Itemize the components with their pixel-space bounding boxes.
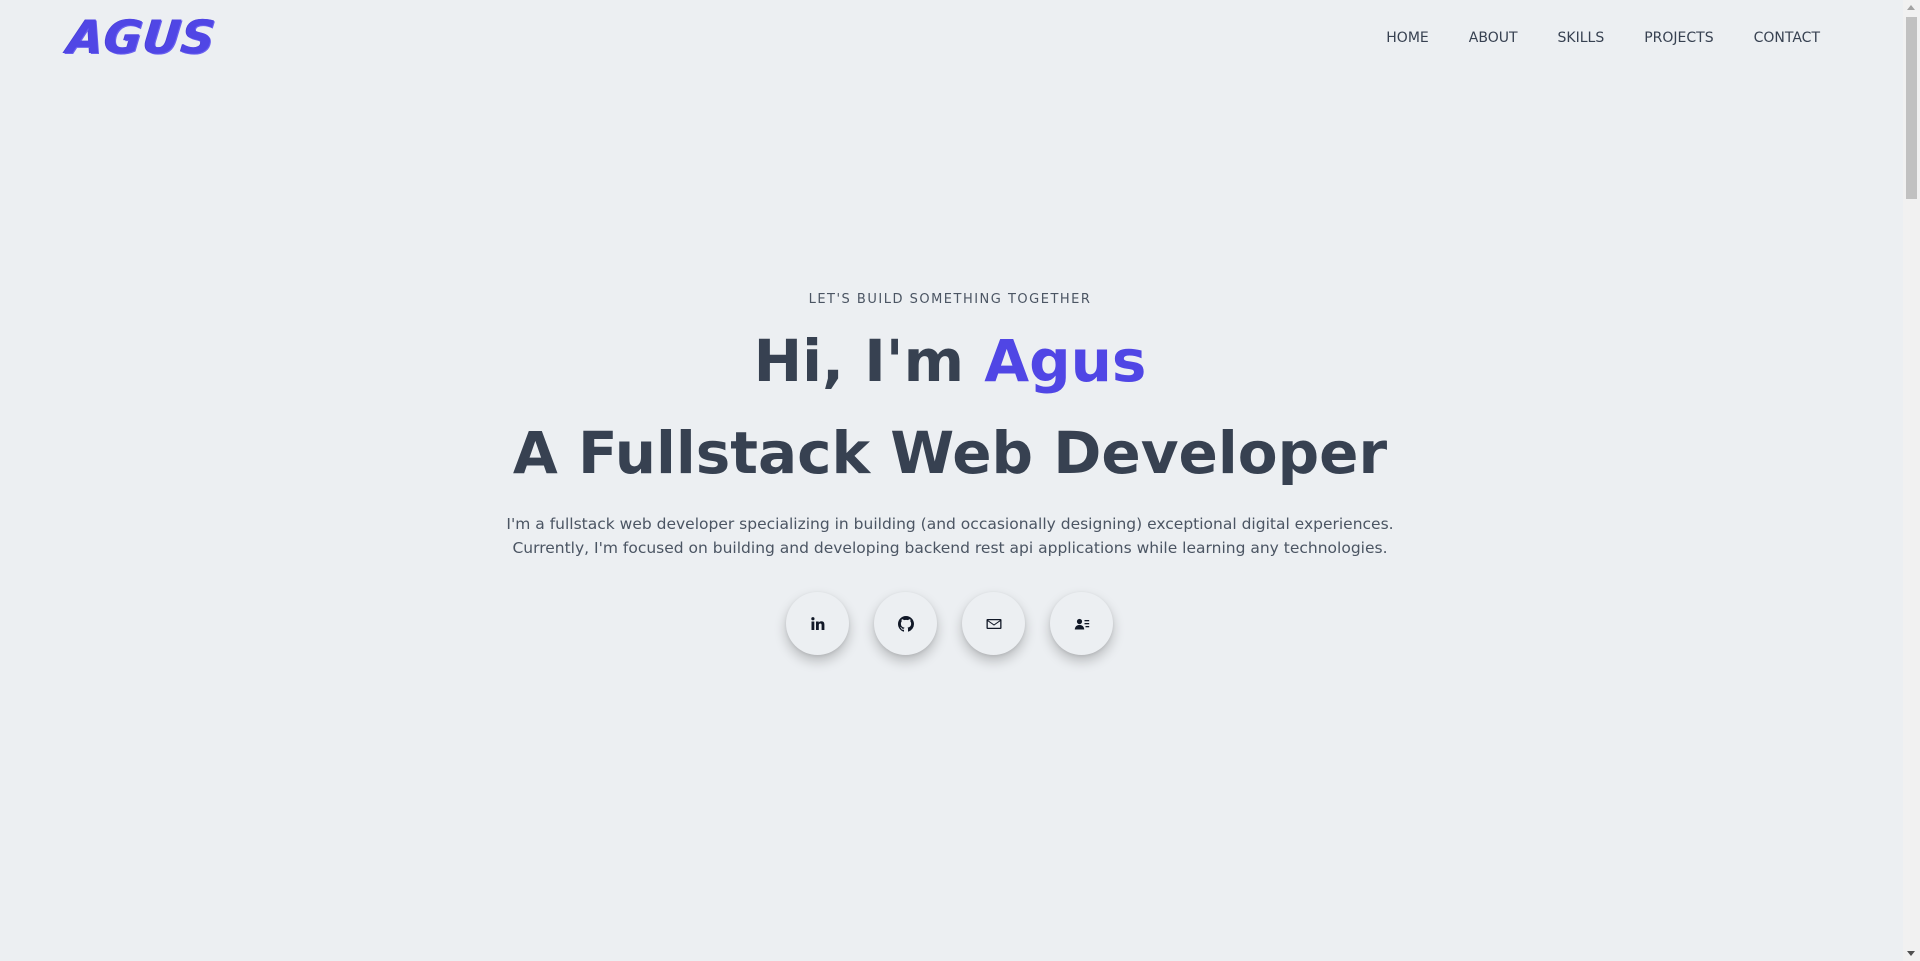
hero-greeting: Hi, I'm Agus bbox=[0, 326, 1900, 396]
scroll-thumb[interactable] bbox=[1906, 17, 1917, 199]
nav-skills[interactable]: SKILLS bbox=[1558, 30, 1605, 46]
hero-role: A Fullstack Web Developer bbox=[512, 419, 1388, 487]
resume-button[interactable] bbox=[1050, 592, 1113, 655]
greeting-prefix: Hi, I'm bbox=[753, 327, 985, 395]
nav-projects[interactable]: PROJECTS bbox=[1644, 30, 1713, 46]
intro-line-2: Currently, I'm focused on building and d… bbox=[512, 539, 1388, 557]
page-scrollbar[interactable] bbox=[1903, 0, 1920, 961]
scroll-down-arrow-icon[interactable] bbox=[1907, 951, 1915, 956]
linkedin-icon bbox=[810, 616, 824, 630]
site-logo[interactable]: AGUS bbox=[65, 10, 219, 64]
mail-icon bbox=[986, 618, 1001, 629]
site-header: AGUS HOME ABOUT SKILLS PROJECTS CONTACT bbox=[0, 0, 1900, 80]
greeting-name: Agus bbox=[984, 327, 1147, 395]
email-button[interactable] bbox=[962, 592, 1025, 655]
nav-home[interactable]: HOME bbox=[1386, 30, 1428, 46]
main-nav: HOME ABOUT SKILLS PROJECTS CONTACT bbox=[1386, 30, 1820, 46]
nav-contact[interactable]: CONTACT bbox=[1754, 30, 1820, 46]
nav-about[interactable]: ABOUT bbox=[1469, 30, 1518, 46]
github-icon bbox=[897, 615, 914, 632]
scroll-up-arrow-icon[interactable] bbox=[1907, 5, 1915, 10]
github-button[interactable] bbox=[874, 592, 937, 655]
page: AGUS HOME ABOUT SKILLS PROJECTS CONTACT … bbox=[0, 0, 1920, 961]
social-links bbox=[786, 592, 1113, 655]
contact-card-icon bbox=[1074, 618, 1089, 629]
hero-intro: I'm a fullstack web developer specializi… bbox=[0, 512, 1900, 560]
hero-eyebrow: LET'S BUILD SOMETHING TOGETHER bbox=[808, 292, 1092, 307]
linkedin-button[interactable] bbox=[786, 592, 849, 655]
intro-line-1: I'm a fullstack web developer specializi… bbox=[506, 515, 1394, 533]
